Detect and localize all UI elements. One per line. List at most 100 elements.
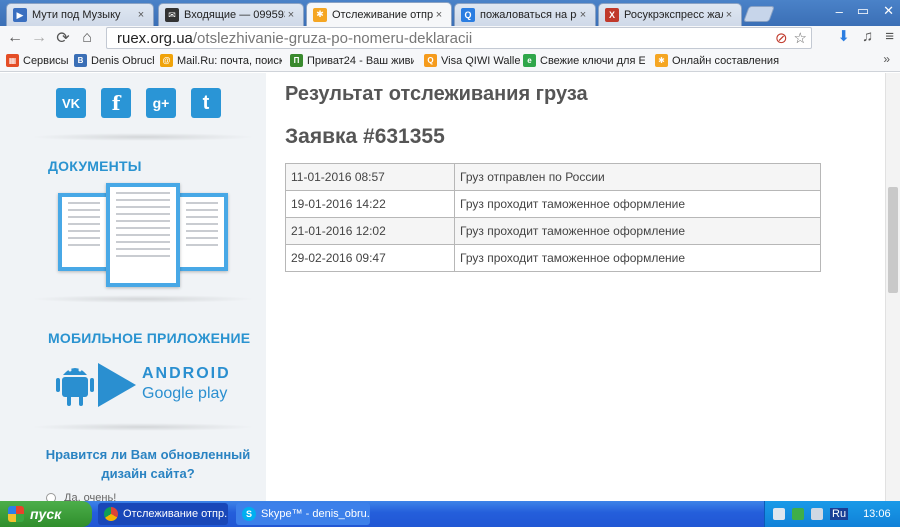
taskbar-item-label: Отслеживание отпр... bbox=[123, 508, 228, 520]
taskbar-item-label: Skype™ - denis_obru... bbox=[261, 508, 370, 520]
google-play-badge[interactable]: ANDROID Google play bbox=[56, 361, 231, 409]
extension-icon[interactable]: ♫ bbox=[862, 28, 873, 45]
bookmark-denis[interactable]: B Denis Obruch bbox=[74, 54, 154, 67]
close-icon[interactable]: × bbox=[433, 9, 445, 21]
tracking-date: 11-01-2016 08:57 bbox=[285, 163, 455, 191]
tab-label: пожаловаться на рос bbox=[480, 9, 577, 21]
google-plus-icon[interactable]: g+ bbox=[146, 88, 176, 118]
bookmark-label: Сервисы bbox=[23, 54, 68, 67]
taskbar-item-chrome[interactable]: Отслеживание отпр... bbox=[98, 503, 228, 525]
menu-icon[interactable]: ≡ bbox=[885, 28, 894, 45]
start-button[interactable]: пуск bbox=[0, 501, 92, 527]
qiwi-icon: Q bbox=[424, 54, 437, 67]
tracking-table: 11-01-2016 08:57 Груз отправлен по Росси… bbox=[285, 163, 821, 272]
documents-image[interactable] bbox=[58, 183, 228, 287]
system-tray: Ru 13:06 bbox=[764, 501, 900, 527]
tracking-status: Груз проходит таможенное оформление bbox=[454, 190, 821, 218]
profile-icon: B bbox=[74, 54, 87, 67]
poll-option-yes[interactable]: Да, очень! bbox=[46, 492, 116, 501]
screen: ▶ Мути под Музыку × ✉ Входящие — 0995930… bbox=[0, 0, 900, 527]
bookmark-qiwi[interactable]: Q Visa QIWI Wallet bbox=[424, 54, 520, 67]
taskbar-item-skype[interactable]: S Skype™ - denis_obru... bbox=[236, 503, 370, 525]
start-label: пуск bbox=[30, 506, 62, 522]
tab-ruex-complaint[interactable]: X Росукрэкспресс жало × bbox=[598, 3, 742, 26]
address-bar[interactable]: ruex.org.ua/otslezhivanie-gruza-po-nomer… bbox=[106, 27, 812, 49]
bookmark-mailru[interactable]: @ Mail.Ru: почта, поиск в bbox=[160, 54, 282, 67]
divider bbox=[30, 423, 256, 431]
poll-question: Нравится ли Вам обновленный дизайн сайта… bbox=[45, 447, 251, 481]
tab-label: Отслеживание отпра bbox=[332, 8, 433, 21]
close-icon[interactable]: × bbox=[135, 9, 147, 21]
pinwheel-icon: ✱ bbox=[313, 7, 327, 22]
scrollbar-thumb[interactable] bbox=[888, 187, 898, 293]
bookmark-eset[interactable]: e Свежие ключи для ESE bbox=[523, 54, 645, 67]
eset-icon: e bbox=[523, 54, 536, 67]
tab-music[interactable]: ▶ Мути под Музыку × bbox=[6, 3, 154, 26]
poll-option-label: Да, очень! bbox=[64, 492, 117, 501]
tracking-status: Груз отправлен по России bbox=[454, 163, 821, 191]
close-icon[interactable]: × bbox=[577, 9, 589, 21]
close-icon[interactable]: × bbox=[285, 9, 297, 21]
social-links: VK f g+ t bbox=[56, 88, 221, 118]
apps-icon: ▦ bbox=[6, 54, 19, 67]
bookmarks-bar: ▦ Сервисы B Denis Obruch @ Mail.Ru: почт… bbox=[0, 50, 900, 72]
bookmark-services[interactable]: ▦ Сервисы bbox=[6, 54, 68, 67]
minimize-icon[interactable]: – bbox=[836, 4, 843, 19]
mobile-app-heading: МОБИЛЬНОЕ ПРИЛОЖЕНИЕ bbox=[48, 330, 251, 346]
privat-icon: П bbox=[290, 54, 303, 67]
input-language[interactable]: Ru bbox=[830, 508, 849, 520]
bookmark-star-icon[interactable]: ☆ bbox=[794, 29, 807, 47]
window-controls: – ▭ ✕ bbox=[836, 0, 894, 22]
twitter-icon[interactable]: t bbox=[191, 88, 221, 118]
close-window-icon[interactable]: ✕ bbox=[883, 3, 894, 19]
radio-button[interactable] bbox=[46, 493, 56, 501]
tab-label: Мути под Музыку bbox=[32, 9, 121, 21]
request-title: Заявка #631355 bbox=[285, 125, 445, 148]
tracking-status: Груз проходит таможенное оформление bbox=[454, 244, 821, 272]
result-title: Результат отслеживания груза bbox=[285, 83, 588, 105]
document-center bbox=[106, 183, 180, 287]
tab-label: Росукрэкспресс жало bbox=[624, 9, 723, 21]
forward-button[interactable]: → bbox=[27, 27, 51, 49]
new-tab-button[interactable] bbox=[743, 6, 775, 22]
skype-icon: S bbox=[242, 507, 256, 521]
bookmark-label: Онлайн составления з bbox=[672, 54, 781, 67]
tab-inbox[interactable]: ✉ Входящие — 0995930 × bbox=[158, 3, 304, 26]
vk-icon[interactable]: VK bbox=[56, 88, 86, 118]
table-row: 29-02-2016 09:47 Груз проходит таможенно… bbox=[285, 244, 821, 272]
bookmark-label: Denis Obruch bbox=[91, 54, 154, 67]
google-play-text: Google play bbox=[142, 385, 228, 402]
tray-icon[interactable] bbox=[773, 508, 785, 520]
facebook-icon[interactable]: f bbox=[101, 88, 131, 118]
divider bbox=[30, 133, 256, 141]
url-path: /otslezhivanie-gruza-po-nomeru-deklaraci… bbox=[192, 29, 473, 47]
pinwheel-icon: ✱ bbox=[655, 54, 668, 67]
document-left bbox=[58, 193, 110, 271]
table-row: 21-01-2016 12:02 Груз проходит таможенно… bbox=[285, 217, 821, 245]
page-scrollbar[interactable] bbox=[885, 73, 900, 501]
document-right bbox=[176, 193, 228, 271]
back-button[interactable]: ← bbox=[3, 27, 27, 49]
clock: 13:06 bbox=[863, 508, 891, 520]
download-icon[interactable]: ⬇ bbox=[837, 27, 850, 45]
x-icon: X bbox=[605, 8, 619, 22]
tab-label: Входящие — 0995930 bbox=[184, 9, 285, 21]
mail-icon: ✉ bbox=[165, 8, 179, 22]
divider bbox=[30, 295, 256, 303]
tray-icon[interactable] bbox=[792, 508, 804, 520]
block-icon[interactable]: ⊘ bbox=[775, 29, 788, 47]
maximize-icon[interactable]: ▭ bbox=[857, 3, 869, 19]
tray-icon[interactable] bbox=[811, 508, 823, 520]
bookmark-privat24[interactable]: П Приват24 - Ваш живий bbox=[290, 54, 414, 67]
bookmarks-overflow-icon[interactable]: » bbox=[883, 52, 890, 66]
home-button[interactable]: ⌂ bbox=[75, 27, 99, 49]
tab-complain[interactable]: Q пожаловаться на рос × bbox=[454, 3, 596, 26]
browser-toolbar: ← → ⟳ ⌂ ruex.org.ua/otslezhivanie-gruza-… bbox=[0, 26, 900, 50]
url-host: ruex.org.ua bbox=[117, 29, 193, 47]
bookmark-label: Приват24 - Ваш живий bbox=[307, 54, 414, 67]
tab-tracking[interactable]: ✱ Отслеживание отпра × bbox=[306, 2, 452, 26]
bookmark-online[interactable]: ✱ Онлайн составления з bbox=[655, 54, 781, 67]
close-icon[interactable]: × bbox=[723, 9, 735, 21]
sidebar: VK f g+ t ДОКУМЕНТЫ МОБИЛЬНОЕ ПРИЛОЖЕНИЕ bbox=[0, 73, 266, 501]
reload-button[interactable]: ⟳ bbox=[51, 27, 75, 49]
